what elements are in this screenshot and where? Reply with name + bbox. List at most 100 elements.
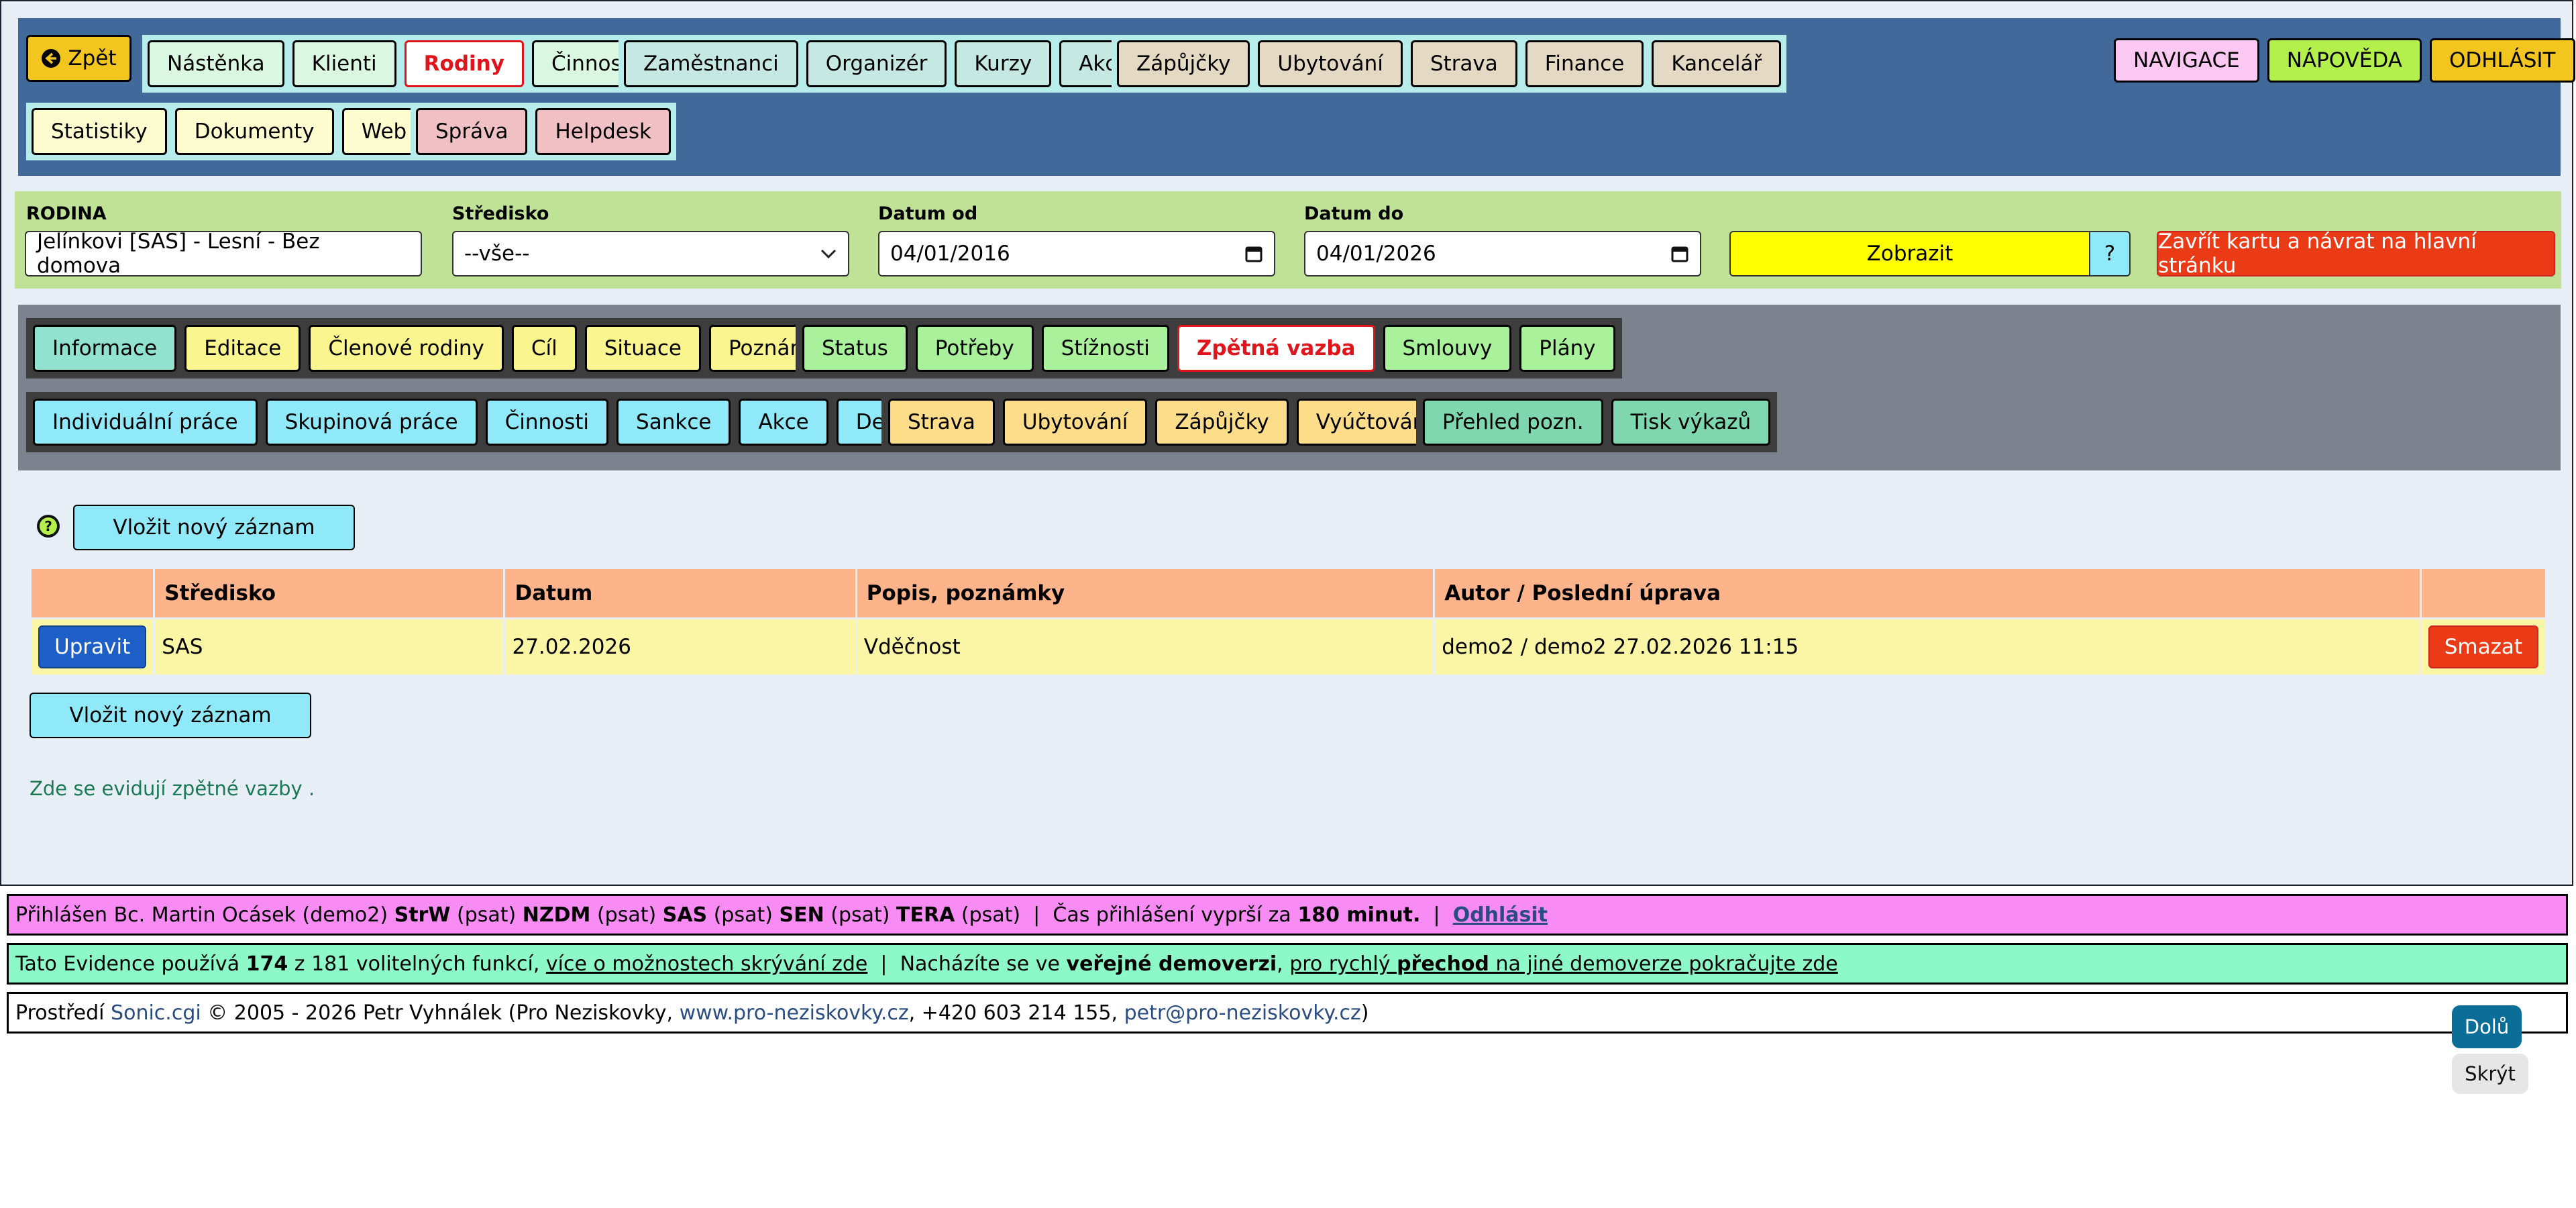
chevron-down-icon — [820, 249, 837, 259]
email-link[interactable]: petr@pro-neziskovky.cz — [1124, 1001, 1361, 1025]
tab-akce[interactable]: Akce — [739, 399, 828, 446]
env-prefix: Prostředí — [15, 1001, 105, 1025]
datum-do-value: 04/01/2026 — [1316, 242, 1436, 266]
nav-klienti[interactable]: Klienti — [292, 40, 396, 87]
subnav-group-info: Informace Editace Členové rodiny Cíl Sit… — [26, 318, 860, 379]
tab-stiznosti[interactable]: Stížnosti — [1041, 325, 1169, 372]
datum-do-label: Datum do — [1304, 203, 1404, 224]
role-name: SAS — [662, 903, 708, 927]
tab-clenove-rodiny[interactable]: Členové rodiny — [309, 325, 504, 372]
hide-button[interactable]: Skrýt — [2452, 1054, 2528, 1094]
nav-zamestnanci[interactable]: Zaměstnanci — [624, 40, 798, 87]
insert-record-button-bottom[interactable]: Vložit nový záznam — [30, 693, 311, 738]
nav-ubytovani[interactable]: Ubytování — [1258, 40, 1403, 87]
tab-cil[interactable]: Cíl — [511, 325, 577, 372]
nav-group-admin: Správa Helpdesk — [411, 103, 676, 160]
sonic-link[interactable]: Sonic.cgi — [111, 1001, 201, 1025]
delete-button[interactable]: Smazat — [2428, 625, 2538, 668]
rodina-label: RODINA — [26, 203, 107, 224]
filter-bar: RODINA Jelínkovi [SAS] - Lesní - Bez dom… — [15, 191, 2561, 289]
nav-kancelar[interactable]: Kancelář — [1652, 40, 1782, 87]
main-navigation: Zpět Nástěnka Klienti Rodiny Činnosti Za… — [18, 18, 2575, 176]
env-end: ) — [1360, 1001, 1369, 1025]
tab-status[interactable]: Status — [802, 325, 908, 372]
tab-informace[interactable]: Informace — [33, 325, 177, 372]
tab-editace[interactable]: Editace — [184, 325, 301, 372]
hiding-options-link[interactable]: více o možnostech skrývání zde — [546, 952, 867, 976]
table-header-row: Středisko Datum Popis, poznámky Autor / … — [32, 569, 2545, 617]
tab-sankce[interactable]: Sankce — [616, 399, 731, 446]
zobrazit-button[interactable]: Zobrazit — [1729, 231, 2090, 276]
stredisko-select[interactable]: --vše-- — [452, 231, 849, 276]
role-permission: (psat) — [713, 903, 773, 927]
features-bar: Tato Evidence používá 174 z 181 voliteln… — [7, 943, 2568, 985]
stredisko-label: Středisko — [452, 203, 549, 224]
env-copyright: © 2005 - 2026 Petr Vyhnálek (Pro Nezisko… — [207, 1001, 674, 1025]
tab-strava[interactable]: Strava — [888, 399, 995, 446]
subnav-group-services: Strava Ubytování Zápůjčky Vyúčtování — [881, 392, 1458, 452]
tab-cinnosti[interactable]: Činnosti — [485, 399, 609, 446]
tab-individualni-prace[interactable]: Individuální práce — [33, 399, 258, 446]
tab-potreby[interactable]: Potřeby — [915, 325, 1034, 372]
nav-nastenka[interactable]: Nástěnka — [148, 40, 284, 87]
calendar-icon — [1245, 246, 1263, 262]
role-permission: (psat) — [457, 903, 517, 927]
tab-skupinova-prace[interactable]: Skupinová práce — [265, 399, 478, 446]
nav-group-reports: Statistiky Dokumenty Web — [26, 103, 432, 160]
nav-rodiny-active[interactable]: Rodiny — [404, 40, 524, 87]
question-circle-icon[interactable]: ? — [36, 514, 60, 538]
website-link[interactable]: www.pro-neziskovky.cz — [680, 1001, 909, 1025]
nav-zapujcky[interactable]: Zápůjčky — [1117, 40, 1250, 87]
page-frame: Zpět Nástěnka Klienti Rodiny Činnosti Za… — [0, 0, 2575, 886]
demo-switch-link[interactable]: pro rychlý přechod na jiné demoverze pok… — [1289, 952, 1838, 976]
subnav-group-status: Status Potřeby Stížnosti Zpětná vazba Sm… — [796, 318, 1622, 379]
filter-help-button[interactable]: ? — [2089, 231, 2131, 276]
back-button[interactable]: Zpět — [26, 35, 131, 82]
info-note: Zde se evidují zpětné vazby . — [30, 777, 315, 800]
nav-dokumenty[interactable]: Dokumenty — [174, 108, 334, 155]
tab-zapujcky[interactable]: Zápůjčky — [1155, 399, 1289, 446]
tab-situace[interactable]: Situace — [584, 325, 701, 372]
expire-text: Čas přihlášení vyprší za — [1053, 903, 1291, 927]
napoveda-button[interactable]: NÁPOVĚDA — [2267, 38, 2422, 83]
insert-record-button-top[interactable]: Vložit nový záznam — [73, 505, 355, 550]
nav-back-group: Zpět — [26, 35, 131, 82]
env-phone: , +420 603 214 155, — [908, 1001, 1118, 1025]
role-permission: (psat) — [596, 903, 657, 927]
tab-prehled-pozn[interactable]: Přehled pozn. — [1423, 399, 1603, 446]
nav-helpdesk[interactable]: Helpdesk — [535, 108, 671, 155]
tab-smlouvy[interactable]: Smlouvy — [1383, 325, 1512, 372]
expire-value: 180 minut. — [1297, 903, 1421, 927]
logout-link[interactable]: Odhlásit — [1453, 903, 1548, 927]
nav-kurzy[interactable]: Kurzy — [955, 40, 1052, 87]
login-user: Přihlášen Bc. Martin Ocásek (demo2) — [15, 903, 388, 927]
tab-plany[interactable]: Plány — [1519, 325, 1615, 372]
back-label: Zpět — [68, 46, 117, 70]
datum-od-input[interactable]: 04/01/2016 — [878, 231, 1275, 276]
nav-strava[interactable]: Strava — [1410, 40, 1517, 87]
edit-button[interactable]: Upravit — [38, 625, 147, 668]
nav-organizer[interactable]: Organizér — [806, 40, 947, 87]
tab-tisk-vykazu[interactable]: Tisk výkazů — [1611, 399, 1771, 446]
nav-finance[interactable]: Finance — [1525, 40, 1644, 87]
cell-autor: demo2 / demo2 27.02.2026 11:15 — [1435, 619, 2420, 674]
rodina-field[interactable]: Jelínkovi [SAS] - Lesní - Bez domova — [25, 230, 422, 278]
datum-od-label: Datum od — [878, 203, 978, 224]
col-autor: Autor / Poslední úprava — [1435, 569, 2420, 617]
subnav-group-print: Přehled pozn. Tisk výkazů — [1416, 392, 1778, 452]
datum-od-value: 04/01/2016 — [890, 242, 1010, 266]
nav-statistiky[interactable]: Statistiky — [32, 108, 167, 155]
nav-sprava[interactable]: Správa — [416, 108, 528, 155]
tab-zpetna-vazba-active[interactable]: Zpětná vazba — [1177, 325, 1375, 372]
navigace-button[interactable]: NAVIGACE — [2114, 38, 2259, 83]
uses-suffix: z 181 volitelných funkcí, — [294, 952, 540, 976]
tab-ubytovani[interactable]: Ubytování — [1002, 399, 1148, 446]
subnav-group-work: Individuální práce Skupinová práce Činno… — [26, 392, 954, 452]
odhlasit-button[interactable]: ODHLÁSIT — [2429, 38, 2575, 83]
demo-prefix: Nacházíte se ve — [900, 952, 1060, 976]
close-card-button[interactable]: Zavřít kartu a návrat na hlavní stránku — [2157, 230, 2555, 278]
col-delete — [2421, 569, 2545, 617]
datum-do-input[interactable]: 04/01/2026 — [1304, 231, 1701, 276]
arrow-left-circle-icon — [42, 49, 61, 68]
scroll-down-button[interactable]: Dolů — [2452, 1005, 2522, 1048]
